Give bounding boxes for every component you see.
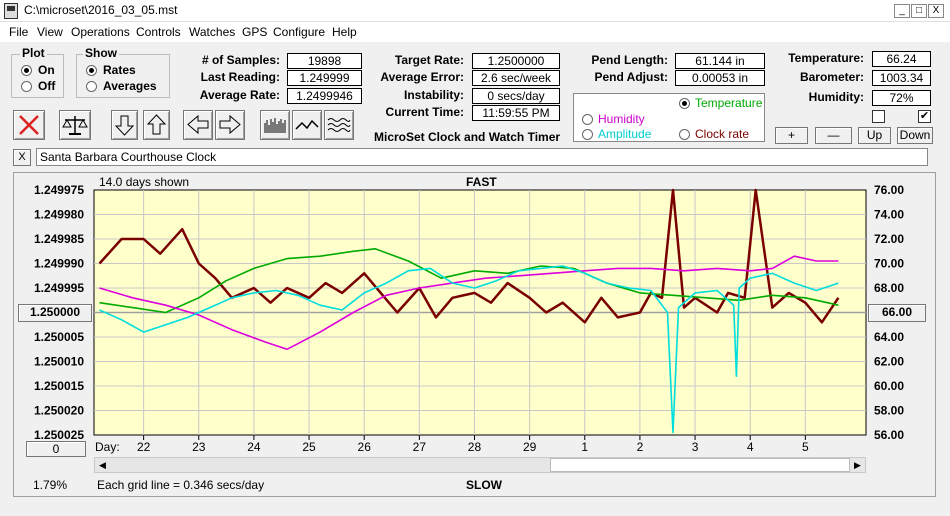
- y-right-tick-label: 72.00: [874, 232, 904, 246]
- x-tick-label: 5: [802, 440, 809, 454]
- scroll-left-arrow-icon[interactable]: ◀: [95, 458, 110, 472]
- x-tick-label: 3: [692, 440, 699, 454]
- x-tick-label: 29: [523, 440, 537, 454]
- y-left-tick-label: 1.249995: [34, 281, 84, 295]
- x-tick-label: 4: [747, 440, 754, 454]
- center-rate-button[interactable]: 1.250000: [18, 304, 92, 322]
- x-tick-label: 27: [413, 440, 427, 454]
- day-offset-button[interactable]: 0: [26, 441, 86, 457]
- x-tick-label: 25: [302, 440, 316, 454]
- x-tick-label: 24: [247, 440, 261, 454]
- y-right-tick-label: 74.00: [874, 208, 904, 222]
- y-right-tick-label: 64.00: [874, 330, 904, 344]
- x-tick-label: 26: [358, 440, 372, 454]
- y-left-tick-label: 1.250010: [34, 355, 84, 369]
- y-right-tick-label: 76.00: [874, 183, 904, 197]
- y-right-tick-label: 68.00: [874, 281, 904, 295]
- y-left-tick-label: 1.249985: [34, 232, 84, 246]
- horizontal-scrollbar[interactable]: ◀ ▶: [94, 457, 866, 473]
- y-left-tick-label: 1.250025: [34, 428, 84, 442]
- x-tick-label: 28: [468, 440, 482, 454]
- y-left-tick-label: 1.250005: [34, 330, 84, 344]
- y-left-tick-label: 1.250020: [34, 404, 84, 418]
- x-tick-label: 23: [192, 440, 206, 454]
- y-right-tick-label: 56.00: [874, 428, 904, 442]
- rate-chart: 1.249975 76.00 1.249980 74.00 1.249985 72.00 1…: [34, 183, 904, 454]
- y-right-tick-label: 70.00: [874, 257, 904, 271]
- y-left-tick-label: 1.249980: [34, 208, 84, 222]
- x-tick-label: 1: [581, 440, 588, 454]
- y-right-tick-label: 60.00: [874, 379, 904, 393]
- y-left-tick-label: 1.250015: [34, 379, 84, 393]
- day-label: Day:: [95, 440, 120, 454]
- y-right-tick-label: 62.00: [874, 355, 904, 369]
- scroll-right-arrow-icon[interactable]: ▶: [850, 458, 865, 472]
- x-tick-label: 22: [137, 440, 151, 454]
- y-left-tick-label: 1.249975: [34, 183, 84, 197]
- y-left-tick-label: 1.249990: [34, 257, 84, 271]
- scrollbar-thumb[interactable]: [550, 458, 850, 472]
- y-right-tick-label: 58.00: [874, 404, 904, 418]
- center-temp-button[interactable]: 66.00: [868, 304, 926, 322]
- x-tick-label: 2: [637, 440, 644, 454]
